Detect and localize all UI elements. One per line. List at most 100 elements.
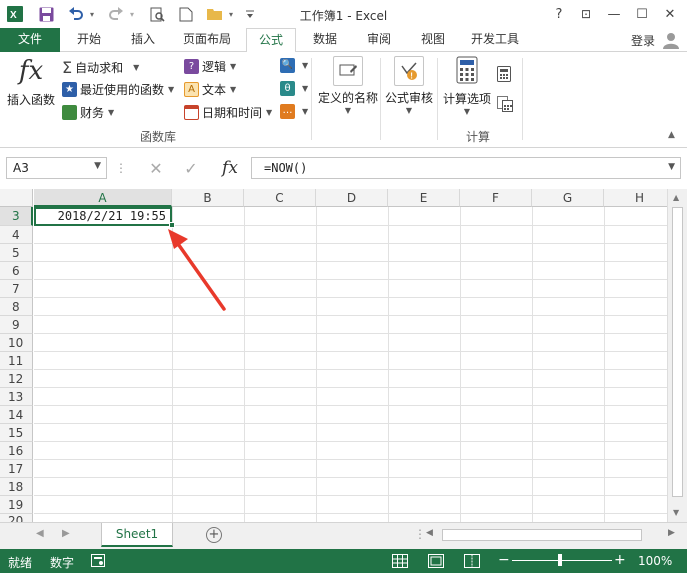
tab-file[interactable]: 文件: [0, 28, 60, 52]
normal-view-icon[interactable]: [392, 554, 408, 571]
formula-input[interactable]: =NOW() ▼: [251, 157, 681, 179]
insert-function-fx-icon[interactable]: fx: [214, 157, 246, 179]
account-avatar-icon[interactable]: [661, 31, 681, 49]
tab-view[interactable]: 视图: [408, 28, 458, 52]
new-sheet-button[interactable]: +: [206, 527, 222, 543]
date-time-button[interactable]: 日期和时间 ▼: [184, 104, 272, 121]
sheet-next-icon[interactable]: ▶: [62, 528, 70, 539]
zoom-out-button[interactable]: −: [498, 552, 510, 568]
close-button[interactable]: ✕: [657, 4, 683, 24]
column-header-a[interactable]: A: [34, 189, 172, 207]
math-trig-button[interactable]: θ ▼: [280, 81, 308, 96]
sign-in-link[interactable]: 登录: [631, 32, 655, 49]
row-header-4[interactable]: 4: [0, 226, 33, 244]
row-header-9[interactable]: 9: [0, 316, 33, 334]
recently-used-button[interactable]: ★ 最近使用的函数 ▼: [62, 81, 174, 98]
sigma-icon: Σ: [62, 58, 73, 77]
zoom-level[interactable]: 100%: [638, 554, 672, 568]
hscroll-right-icon[interactable]: ▶: [668, 528, 675, 538]
column-header-e[interactable]: E: [388, 189, 460, 207]
formula-bar-drag-handle[interactable]: ⋮: [115, 157, 127, 179]
enter-icon[interactable]: ✓: [176, 157, 206, 179]
row-header-12[interactable]: 12: [0, 370, 33, 388]
row-header-3[interactable]: 3: [0, 207, 33, 226]
lookup-reference-button[interactable]: 🔍 ▼: [280, 58, 308, 73]
tab-page-layout[interactable]: 页面布局: [174, 28, 240, 52]
macro-record-icon[interactable]: [91, 554, 105, 570]
row-header-19[interactable]: 19: [0, 496, 33, 514]
zoom-in-button[interactable]: +: [614, 552, 626, 568]
column-header-c[interactable]: C: [244, 189, 316, 207]
page-break-view-icon[interactable]: [464, 554, 480, 571]
help-button[interactable]: ?: [546, 4, 572, 24]
name-box[interactable]: A3 ▼: [6, 157, 107, 179]
cancel-icon[interactable]: ✕: [141, 157, 171, 179]
sheet-tab-sheet1[interactable]: Sheet1: [101, 523, 173, 547]
calculate-now-button[interactable]: [497, 66, 511, 82]
zoom-slider-track[interactable]: [512, 560, 612, 561]
split-handle-icon[interactable]: ⋮: [414, 527, 426, 541]
minimize-button[interactable]: —: [601, 4, 627, 24]
tab-formulas[interactable]: 公式: [246, 28, 296, 53]
select-all-corner[interactable]: [0, 189, 33, 207]
function-library-group-label: 函数库: [140, 130, 177, 144]
logical-button[interactable]: ? 逻辑 ▼: [184, 58, 236, 75]
insert-function-button[interactable]: fx 插入函数: [4, 56, 58, 118]
row-header-14[interactable]: 14: [0, 406, 33, 424]
sheet-prev-icon[interactable]: ◀: [36, 528, 44, 539]
column-header-b[interactable]: B: [172, 189, 244, 207]
ribbon-display-options-button[interactable]: ⊡: [573, 4, 599, 24]
expand-formula-bar-icon[interactable]: ▼: [668, 162, 675, 172]
row-header-20[interactable]: 20: [0, 514, 33, 522]
column-header-f[interactable]: F: [460, 189, 532, 207]
annotation-arrow: [168, 229, 226, 311]
name-box-dropdown-icon[interactable]: ▼: [94, 161, 101, 171]
row-header-11[interactable]: 11: [0, 352, 33, 370]
row-header-13[interactable]: 13: [0, 388, 33, 406]
calculation-options-button[interactable]: 计算选项 ▼: [440, 56, 494, 122]
tab-home[interactable]: 开始: [64, 28, 114, 52]
ribbon-formulas: fx 插入函数 Σ 自动求和 ▼ ★ 最近使用的函数 ▼ 财务 ▼ ? 逻辑 ▼…: [0, 52, 687, 148]
defined-names-button[interactable]: 定义的名称 ▼: [316, 56, 380, 122]
grid-line: [460, 207, 461, 522]
row-header-5[interactable]: 5: [0, 244, 33, 262]
tab-review[interactable]: 审阅: [354, 28, 404, 52]
calculation-options-label: 计算选项: [442, 92, 491, 106]
cell-a3[interactable]: 2018/2/21 19:55: [34, 207, 172, 226]
calculate-sheet-button[interactable]: [497, 96, 513, 112]
formula-auditing-button[interactable]: ! 公式审核 ▼: [384, 56, 434, 122]
tab-insert[interactable]: 插入: [118, 28, 168, 52]
grid-line: [34, 405, 667, 406]
row-header-18[interactable]: 18: [0, 478, 33, 496]
column-header-h[interactable]: H: [604, 189, 667, 207]
column-header-g[interactable]: G: [532, 189, 604, 207]
vertical-scrollbar[interactable]: ▲ ▼: [667, 189, 687, 522]
zoom-slider-thumb[interactable]: [558, 554, 562, 566]
row-header-16[interactable]: 16: [0, 442, 33, 460]
worksheet-grid[interactable]: A B C D E F G H 3 4 5 6 7 8 9 10 11 12 1…: [0, 189, 667, 522]
page-layout-view-icon[interactable]: [428, 554, 444, 571]
text-button[interactable]: A 文本 ▼: [184, 81, 236, 98]
autosum-button[interactable]: Σ 自动求和 ▼: [62, 58, 139, 77]
financial-button[interactable]: 财务 ▼: [62, 104, 114, 121]
more-functions-button[interactable]: … ▼: [280, 104, 308, 119]
horizontal-scrollbar[interactable]: [440, 528, 662, 542]
hscroll-left-icon[interactable]: ◀: [426, 528, 433, 538]
row-header-10[interactable]: 10: [0, 334, 33, 352]
row-header-17[interactable]: 17: [0, 460, 33, 478]
row-header-15[interactable]: 15: [0, 424, 33, 442]
horizontal-scroll-thumb[interactable]: [442, 529, 642, 541]
tab-developer[interactable]: 开发工具: [462, 28, 528, 52]
maximize-button[interactable]: ☐: [629, 4, 655, 24]
row-header-6[interactable]: 6: [0, 262, 33, 280]
scroll-down-icon[interactable]: ▼: [673, 508, 679, 517]
text-label: 文本: [202, 83, 227, 97]
tab-data[interactable]: 数据: [300, 28, 350, 52]
collapse-ribbon-icon[interactable]: ▲: [668, 130, 675, 140]
scroll-up-icon[interactable]: ▲: [673, 193, 679, 202]
vertical-scroll-thumb[interactable]: [672, 207, 683, 497]
row-header-8[interactable]: 8: [0, 298, 33, 316]
column-header-d[interactable]: D: [316, 189, 388, 207]
formula-auditing-label: 公式审核: [384, 91, 433, 105]
row-header-7[interactable]: 7: [0, 280, 33, 298]
